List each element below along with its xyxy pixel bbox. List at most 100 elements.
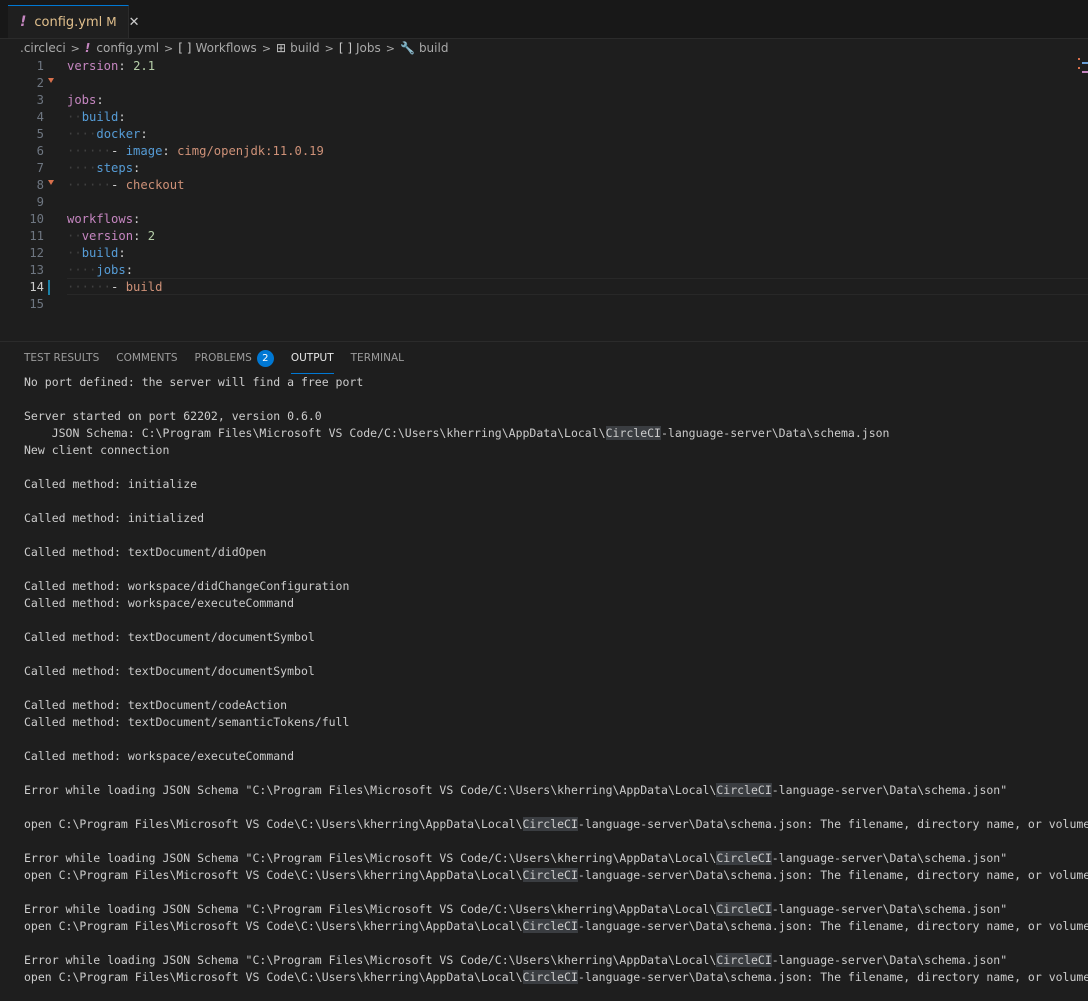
chevron-right-icon: > (324, 41, 334, 55)
breadcrumb-label: build (418, 41, 449, 55)
code-line[interactable]: 6 ······- image: cimg/openjdk:11.0.19 (0, 143, 1088, 160)
yaml-key: workflows (67, 212, 134, 226)
yaml-separator: : (133, 229, 148, 243)
tab-comments[interactable]: COMMENTS (116, 350, 177, 374)
output-line: Error while loading JSON Schema "C:\Prog… (24, 902, 1008, 916)
breadcrumb-item[interactable]: .circleci (20, 41, 66, 55)
yaml-separator: : (96, 93, 104, 107)
line-text: workflows: (67, 211, 140, 228)
chevron-right-icon: > (70, 41, 80, 55)
output-line: open C:\Program Files\Microsoft VS Code\… (24, 817, 1088, 831)
code-line[interactable]: 7 ····steps: (0, 160, 1088, 177)
tab-test-results[interactable]: TEST RESULTS (24, 350, 99, 374)
output-line: open C:\Program Files\Microsoft VS Code\… (24, 868, 1088, 882)
line-number: 4 (36, 110, 44, 124)
search-highlight: CircleCI (716, 953, 772, 967)
line-number: 13 (29, 263, 44, 277)
output-line: JSON Schema: C:\Program Files\Microsoft … (24, 426, 890, 440)
code-line[interactable]: 5 ····docker: (0, 126, 1088, 143)
yaml-separator: : (118, 246, 126, 260)
yaml-value: checkout (125, 178, 185, 192)
code-line[interactable]: 3 jobs: (0, 92, 1088, 109)
close-icon[interactable]: ✕ (129, 15, 140, 30)
yaml-key: image (125, 144, 163, 158)
code-line[interactable]: 15 (0, 296, 1088, 313)
indent-guide: ···· (67, 263, 97, 277)
yaml-key: version (81, 229, 134, 243)
list-dash: - (111, 144, 126, 158)
breadcrumb-item[interactable]: [ ] Workflows (178, 41, 257, 55)
code-line[interactable]: 12 ··build: (0, 245, 1088, 262)
editor-tab-bar: ! config.yml M ✕ (0, 0, 1088, 39)
line-number: 3 (36, 93, 44, 107)
yaml-separator: : (133, 212, 141, 226)
breadcrumb-label: .circleci (20, 41, 66, 55)
line-number: 10 (29, 212, 44, 226)
code-line[interactable]: 10 workflows: (0, 211, 1088, 228)
tab-terminal[interactable]: TERMINAL (351, 350, 404, 374)
code-line[interactable]: 1 version: 2.1 (0, 58, 1088, 75)
tab-config-yml[interactable]: ! config.yml M ✕ (8, 5, 140, 38)
fold-marker-icon[interactable] (48, 180, 54, 185)
yaml-separator: : (133, 161, 141, 175)
line-text: ······- image: cimg/openjdk:11.0.19 (67, 143, 324, 160)
line-number: 11 (29, 229, 44, 243)
code-line[interactable]: 13 ····jobs: (0, 262, 1088, 279)
indent-guide: ······ (67, 144, 112, 158)
search-highlight: CircleCI (522, 868, 578, 882)
tab-label: PROBLEMS (194, 352, 252, 364)
panel-tabs: TEST RESULTS COMMENTS PROBLEMS 2 OUTPUT TERMI… (24, 350, 421, 374)
code-line[interactable]: 11 ··version: 2 (0, 228, 1088, 245)
breadcrumb-item[interactable]: ⊞ build (276, 41, 320, 55)
line-text: ····steps: (67, 160, 140, 177)
chevron-right-icon: > (385, 41, 395, 55)
code-line[interactable]: 2 (0, 75, 1088, 92)
search-highlight: CircleCI (522, 919, 578, 933)
yaml-file-icon: ! (20, 14, 27, 30)
breadcrumb-label: build (290, 41, 320, 55)
yaml-value: 2 (147, 229, 156, 243)
output-line: Called method: initialize (24, 477, 198, 491)
breadcrumb-item[interactable]: 🔧 build (400, 41, 448, 55)
current-line-highlight (67, 278, 1088, 295)
line-text: jobs: (67, 92, 104, 109)
yaml-separator: : (162, 144, 178, 158)
output-line: Called method: textDocument/documentSymb… (24, 630, 315, 644)
modified-indicator: M (106, 15, 117, 29)
yaml-key: build (81, 110, 119, 124)
yaml-value: 2.1 (133, 59, 156, 73)
breadcrumb-label: config.yml (96, 41, 160, 55)
yaml-value: cimg/openjdk:11.0.19 (177, 144, 324, 158)
breadcrumb-item[interactable]: ! config.yml (85, 41, 159, 55)
breadcrumb-symbol-icon: [ ] (178, 41, 192, 55)
minimap[interactable] (1078, 58, 1088, 78)
line-number: 8 (36, 178, 44, 192)
line-text: ······- checkout (67, 177, 184, 194)
code-line[interactable]: 8 ······- checkout (0, 177, 1088, 194)
tab-output[interactable]: OUTPUT (290, 350, 334, 374)
breadcrumb-item[interactable]: [ ] Jobs (339, 41, 381, 55)
output-line: Called method: textDocument/codeAction (24, 698, 288, 712)
yaml-key: jobs (67, 93, 97, 107)
yaml-separator: : (118, 59, 134, 73)
search-highlight: CircleCI (522, 817, 578, 831)
search-highlight: CircleCI (716, 851, 772, 865)
search-highlight: CircleCI (716, 902, 772, 916)
output-line: Called method: workspace/executeCommand (24, 749, 295, 763)
fold-marker-icon[interactable] (48, 78, 54, 83)
breadcrumb: .circleci > ! config.yml > [ ] Workflows > ⊞ buil… (20, 40, 448, 56)
indent-guide: ·· (67, 246, 82, 260)
code-editor[interactable]: 1 version: 2.1 2 3 jobs: 4 ··build: 5 ····docker… (0, 57, 1088, 340)
code-line[interactable]: 4 ··build: (0, 109, 1088, 126)
output-line: Called method: textDocument/documentSymb… (24, 664, 315, 678)
line-text: version: 2.1 (67, 58, 155, 75)
yaml-key: docker (96, 127, 141, 141)
yaml-separator: : (140, 127, 148, 141)
tab-problems[interactable]: PROBLEMS 2 (195, 350, 274, 374)
tab-filename: config.yml (34, 14, 103, 30)
modified-gutter-marker (48, 280, 50, 295)
yaml-separator: : (125, 263, 134, 277)
problems-count-badge: 2 (256, 350, 274, 367)
code-line[interactable]: 9 (0, 194, 1088, 211)
breadcrumb-symbol-icon: 🔧 (399, 41, 415, 55)
